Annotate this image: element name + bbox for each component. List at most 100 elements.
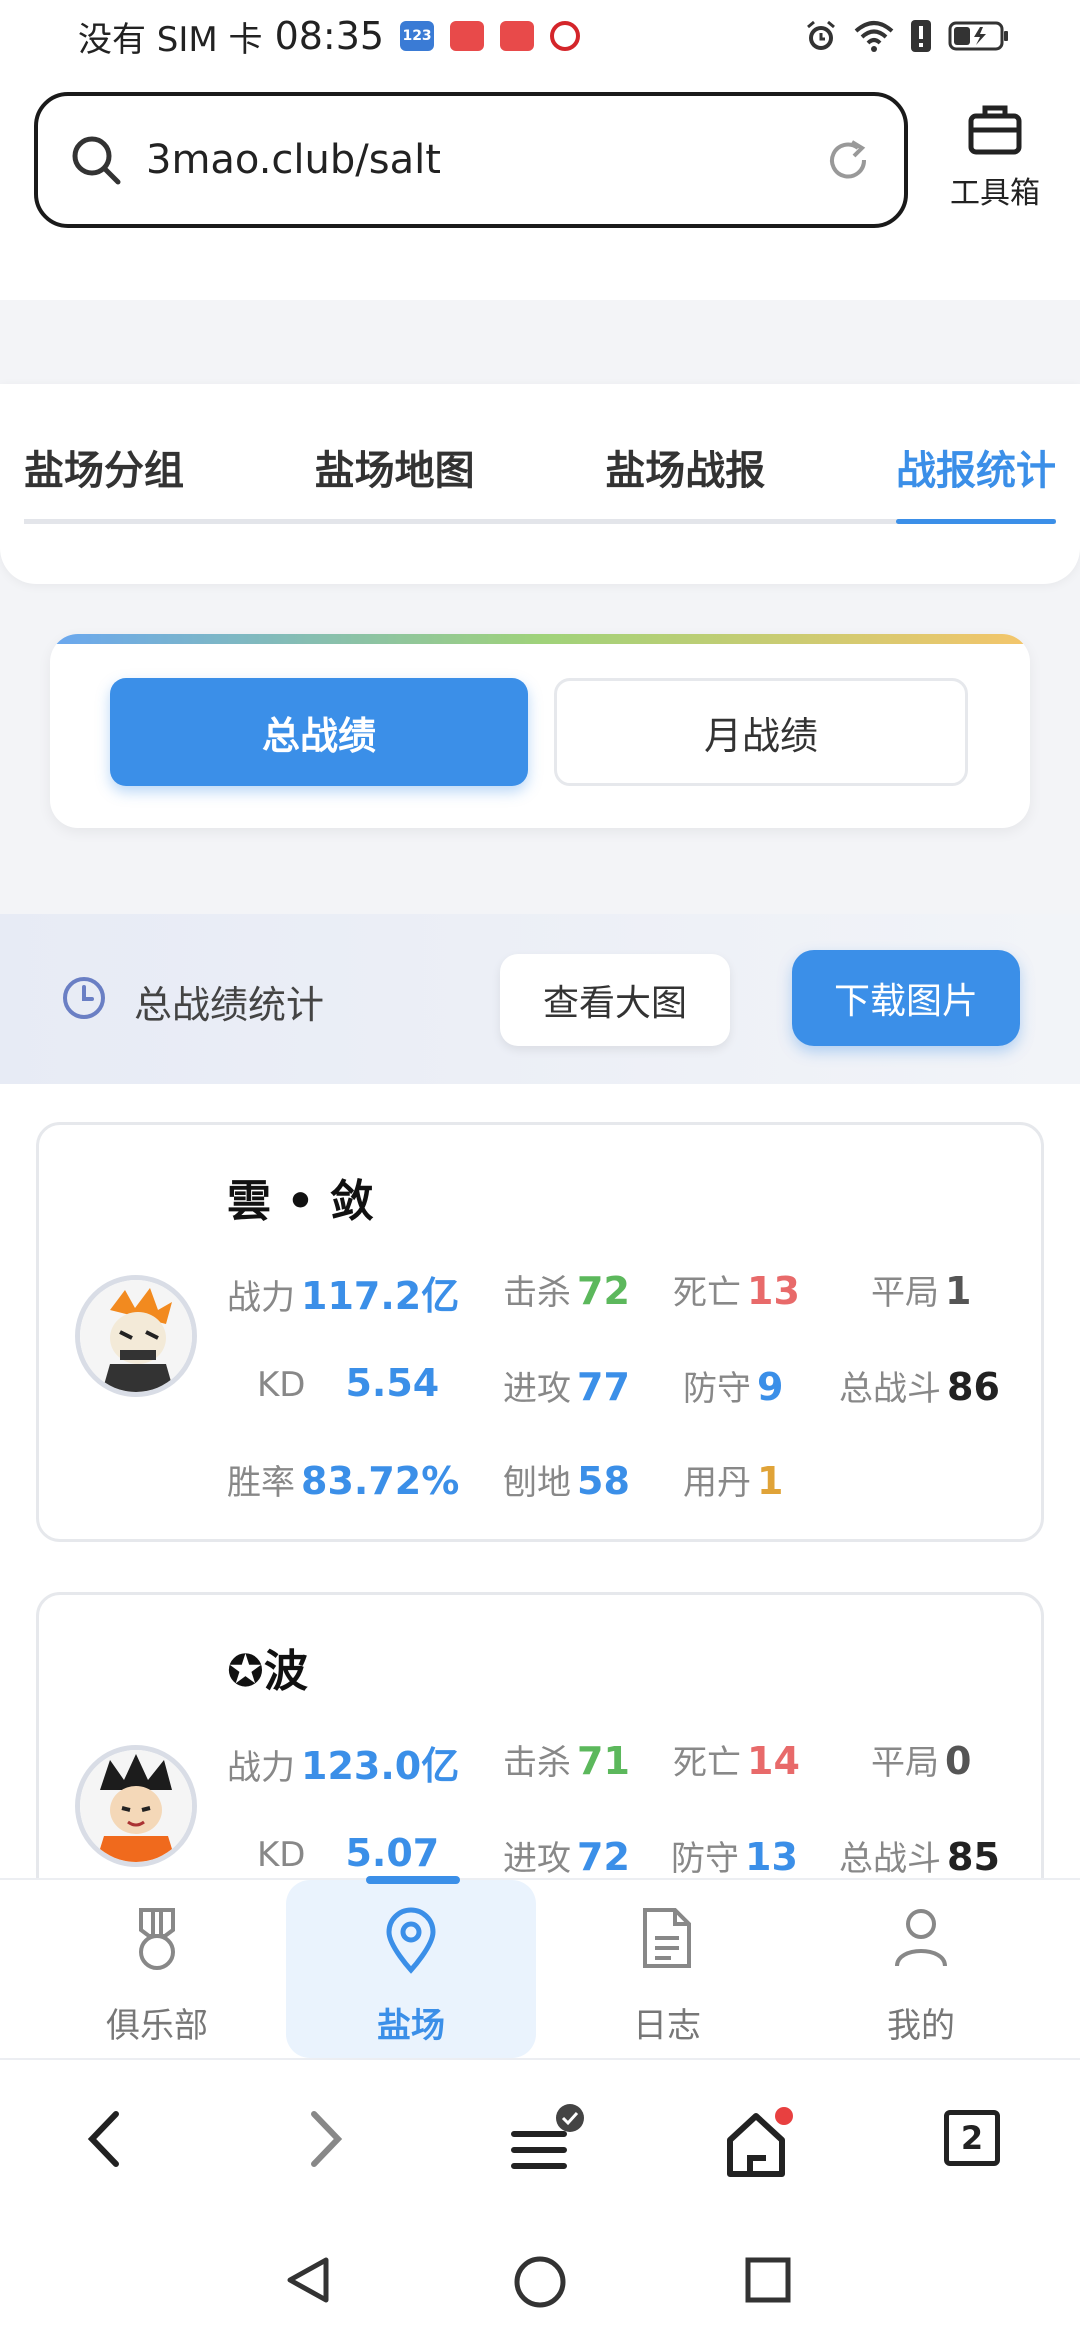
tabs-card: 盐场分组 盐场地图 盐场战报 战报统计 (0, 384, 1080, 584)
stat-power: 战力 123.0亿 (227, 1735, 459, 1790)
nav-salt-field[interactable]: 盐场 (286, 1876, 536, 2058)
stat-kd: KD 5.54 (257, 1361, 439, 1405)
stat-draws: 平局 1 (871, 1265, 971, 1314)
nav-label: 俱乐部 (106, 2006, 208, 2046)
stat-value: 14 (747, 1739, 800, 1783)
system-home-icon[interactable] (512, 2254, 568, 2310)
clock-time: 08:35 (274, 14, 385, 58)
stat-value: 77 (577, 1365, 630, 1409)
gradient-strip (50, 634, 1030, 644)
search-icon (72, 136, 121, 185)
stat-deaths: 死亡 13 (673, 1265, 800, 1314)
forward-icon[interactable] (300, 2104, 350, 2174)
reload-icon[interactable] (822, 134, 874, 186)
tab-bar: 盐场分组 盐场地图 盐场战报 战报统计 (24, 404, 1056, 524)
stat-label: 进攻 (503, 1839, 571, 1878)
stat-label: 击杀 (503, 1743, 571, 1783)
stat-label: 总战斗 (839, 1839, 941, 1878)
stat-label: 胜率 (227, 1463, 295, 1503)
monthly-record-button[interactable]: 月战绩 (554, 678, 968, 786)
stat-label: 死亡 (673, 1273, 741, 1313)
back-icon[interactable] (80, 2104, 130, 2174)
nav-label: 我的 (887, 2006, 955, 2046)
stat-value: 123.0亿 (301, 1744, 460, 1788)
huawei-store-icon (500, 21, 535, 51)
nav-mine[interactable]: 我的 (796, 1880, 1046, 2058)
toolbox-button[interactable]: 工具箱 (930, 102, 1060, 212)
player-card[interactable]: ✪波 战力 123.0亿 击杀 71 死亡 14 平局 0 KD 5.07 进攻 72 防守… (36, 1592, 1044, 1878)
section-header: 总战绩统计 查看大图 下载图片 (0, 914, 1080, 1084)
stat-power: 战力 117.2亿 (227, 1265, 459, 1320)
download-image-button[interactable]: 下载图片 (792, 950, 1020, 1046)
alarm-icon (807, 20, 835, 50)
stat-value: 72 (577, 1835, 630, 1878)
alert-icon (911, 20, 931, 52)
tab-report-stats[interactable]: 战报统计 (895, 404, 1056, 524)
stat-win-rate: 胜率 83.72% (227, 1455, 459, 1504)
stat-total-battles: 总战斗 86 (839, 1361, 1000, 1410)
view-large-button[interactable]: 查看大图 (500, 954, 730, 1046)
menu-icon[interactable] (508, 2104, 588, 2184)
stat-attack: 进攻 72 (503, 1831, 630, 1878)
toolbox-label: 工具箱 (950, 176, 1040, 211)
tab-salt-reports[interactable]: 盐场战报 (605, 404, 765, 519)
carrier-text: 没有 SIM 卡 (78, 19, 263, 60)
bank-app-icon (550, 21, 581, 51)
stat-value: 5.54 (345, 1361, 440, 1405)
player-avatar (75, 1745, 197, 1867)
tab-salt-groups[interactable]: 盐场分组 (24, 404, 184, 519)
player-name: ✪波 (227, 1646, 308, 1697)
huawei-app-icon (450, 21, 485, 51)
stat-label: 死亡 (673, 1743, 741, 1783)
stat-label: 总战斗 (839, 1369, 941, 1409)
address-bar[interactable]: 3mao.club/salt (34, 92, 908, 228)
stat-value: 0 (945, 1739, 972, 1783)
system-recents-icon[interactable] (742, 2254, 794, 2306)
system-back-icon[interactable] (282, 2254, 334, 2306)
stat-value: 117.2亿 (301, 1274, 460, 1318)
stat-value: 83.72% (301, 1459, 460, 1503)
status-bar: 没有 SIM 卡 08:35 123 (0, 0, 1080, 72)
section-title: 总战绩统计 (134, 983, 325, 1027)
player-avatar (75, 1275, 197, 1397)
stat-kills: 击杀 72 (503, 1265, 630, 1314)
stat-label: 用丹 (683, 1463, 751, 1503)
nav-club[interactable]: 俱乐部 (32, 1880, 282, 2058)
stat-value: 58 (577, 1459, 630, 1503)
record-toggle-card: 总战绩 月战绩 (50, 634, 1030, 828)
stat-defense: 防守 13 (671, 1831, 798, 1878)
stat-defense: 防守 9 (683, 1361, 783, 1410)
stat-label: 平局 (871, 1273, 939, 1313)
nav-log[interactable]: 日志 (542, 1880, 792, 2058)
wifi-icon (854, 21, 894, 52)
tabs-count-button[interactable]: 2 (944, 2110, 1000, 2166)
nav-label: 日志 (633, 2006, 701, 2046)
tab-salt-map[interactable]: 盐场地图 (315, 404, 475, 519)
screen: 没有 SIM 卡 08:35 123 3mao.club/salt 工具箱 盐场 (0, 0, 1080, 2340)
stat-label: 击杀 (503, 1273, 571, 1313)
stat-kills: 击杀 71 (503, 1735, 630, 1784)
location-pin-icon (386, 1907, 436, 1974)
user-icon (895, 1909, 947, 1967)
browser-toolbar: 3mao.club/salt 工具箱 (0, 72, 1080, 300)
stat-value: 13 (747, 1269, 800, 1313)
system-nav (0, 2218, 1080, 2340)
stat-value: 85 (947, 1835, 1000, 1878)
stat-label: 战力 (227, 1278, 295, 1318)
stat-draws: 平局 0 (871, 1735, 971, 1784)
player-card[interactable]: 雲 • 敛 战力 117.2亿 击杀 72 死亡 13 平局 1 KD 5.54 进攻 77… (36, 1122, 1044, 1542)
stat-value: 72 (577, 1269, 630, 1313)
stat-label: 防守 (671, 1839, 739, 1878)
stat-value: 1 (757, 1459, 784, 1503)
document-icon (643, 1908, 691, 1968)
player-list: 雲 • 敛 战力 117.2亿 击杀 72 死亡 13 平局 1 KD 5.54 进攻 77… (0, 1084, 1080, 1878)
url-text[interactable]: 3mao.club/salt (146, 137, 822, 183)
home-icon[interactable] (720, 2104, 800, 2184)
stat-label: 战力 (227, 1748, 295, 1788)
total-record-button[interactable]: 总战绩 (110, 678, 528, 786)
battery-icon (948, 21, 1008, 51)
stat-attack: 进攻 77 (503, 1361, 630, 1410)
stat-value: 1 (945, 1269, 972, 1313)
stat-label: 进攻 (503, 1369, 571, 1409)
stat-kd: KD 5.07 (257, 1831, 439, 1875)
